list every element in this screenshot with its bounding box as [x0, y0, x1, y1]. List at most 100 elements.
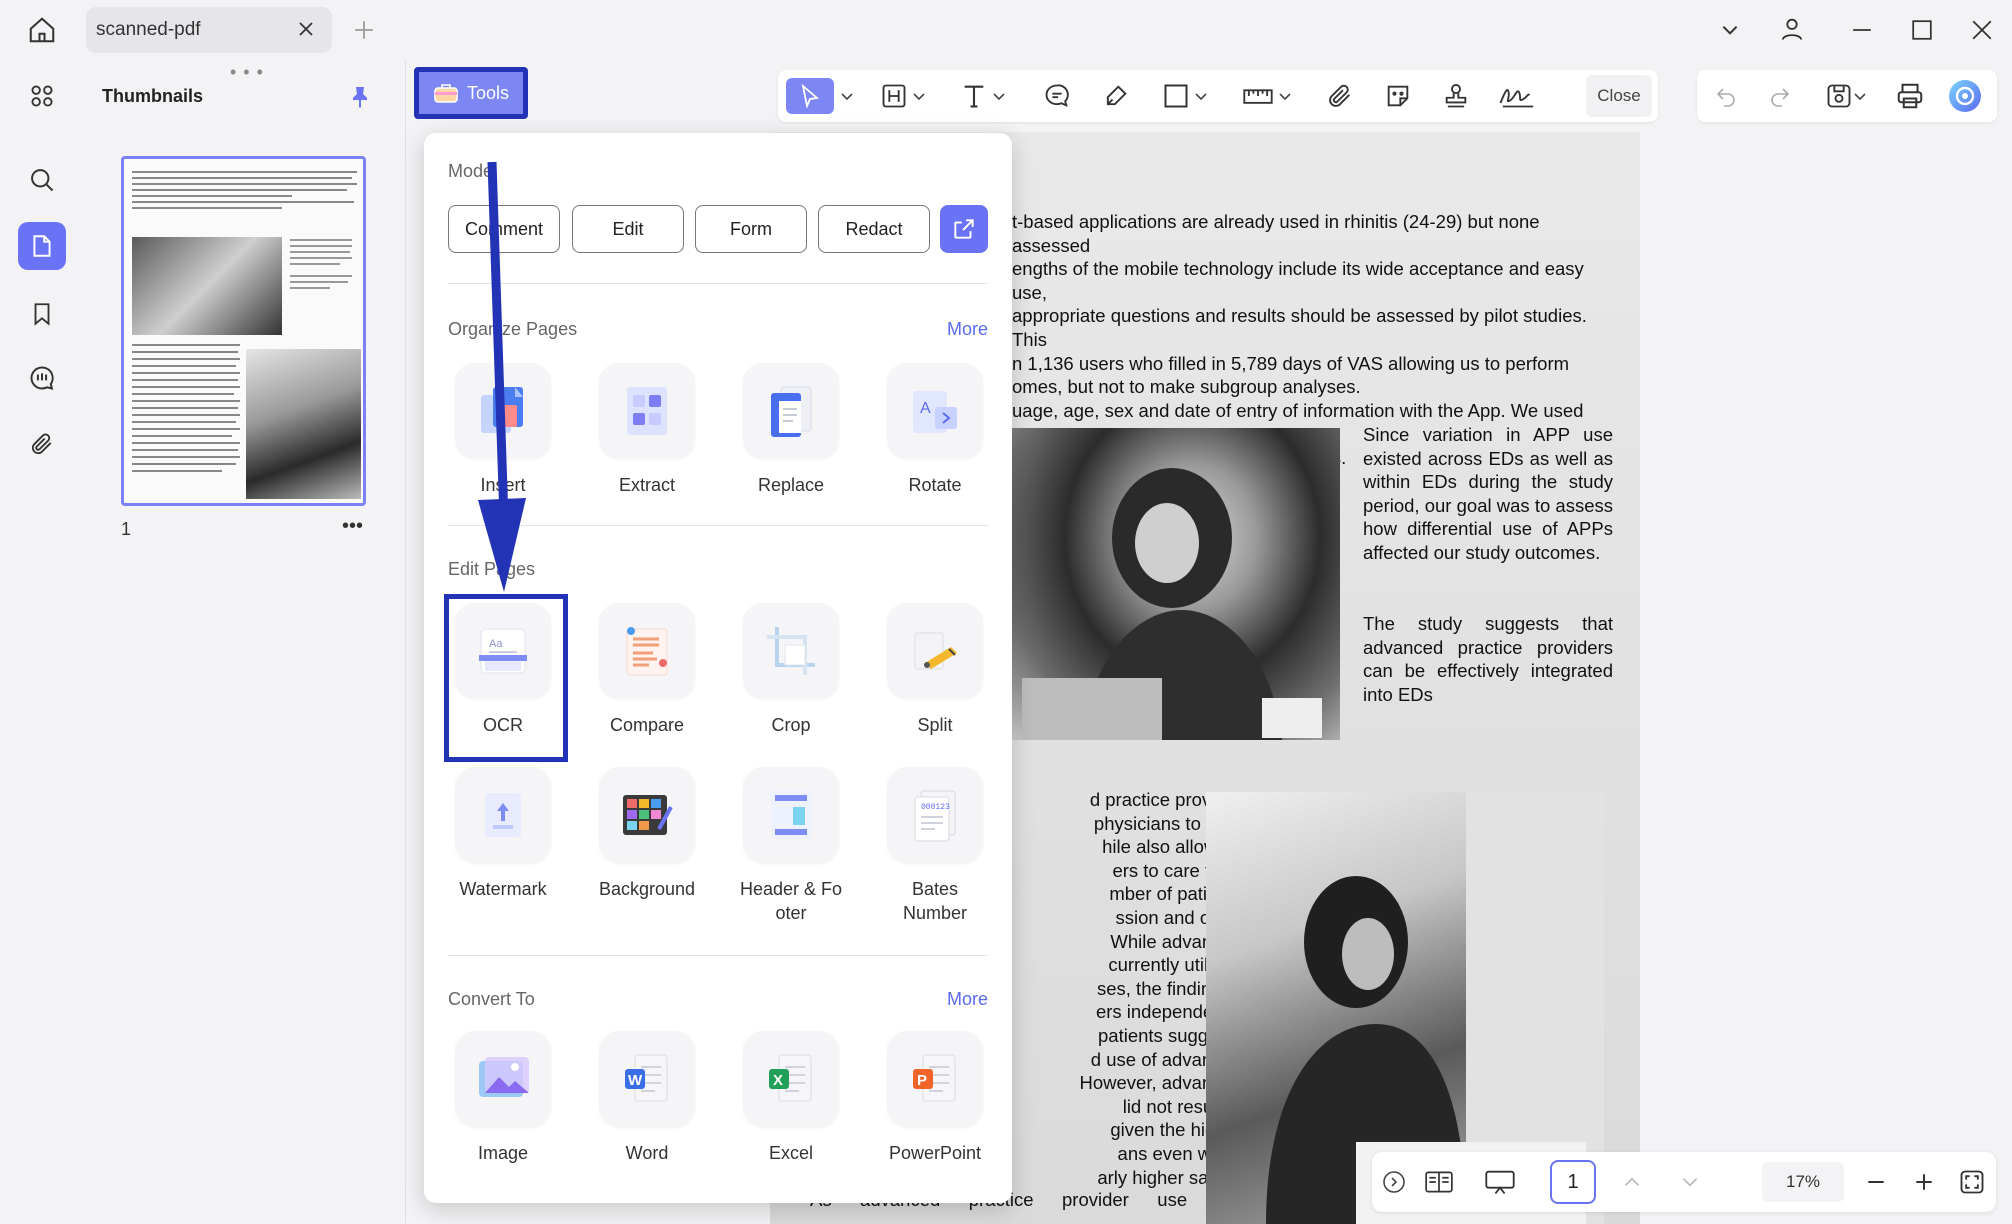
svg-text:000123: 000123: [921, 803, 950, 812]
toolbox-icon: [433, 81, 459, 105]
search-icon[interactable]: [18, 156, 66, 204]
panel-resize-grip[interactable]: • • •: [230, 62, 264, 83]
bates-number-icon: 000123: [887, 767, 983, 863]
edit-mode-button[interactable]: Edit: [572, 205, 684, 253]
select-tool-button[interactable]: [786, 78, 834, 114]
convert-more-link[interactable]: More: [947, 989, 988, 1010]
powerpoint-label: PowerPoint: [888, 1143, 982, 1163]
convert-image-tool[interactable]: Image: [448, 1031, 558, 1165]
attachment-icon[interactable]: [18, 420, 66, 468]
fit-page-icon[interactable]: [1956, 1166, 1988, 1198]
tab-title: scanned-pdf: [96, 19, 201, 40]
crop-label: Crop: [771, 715, 811, 735]
pen-tool-icon[interactable]: [1102, 78, 1130, 114]
expand-panel-icon[interactable]: [1380, 1168, 1408, 1196]
excel-label: Excel: [768, 1143, 813, 1163]
split-tool[interactable]: Split: [880, 603, 990, 737]
pin-icon[interactable]: [346, 82, 374, 112]
text-tool-icon[interactable]: [960, 78, 1006, 114]
close-tab-icon[interactable]: [296, 19, 316, 39]
thumbnails-icon[interactable]: [18, 222, 66, 270]
thumbnails-title: Thumbnails: [102, 86, 204, 106]
previous-page-icon[interactable]: [1618, 1168, 1646, 1196]
sticker-tool-icon[interactable]: [1384, 78, 1412, 114]
next-page-icon[interactable]: [1676, 1168, 1704, 1196]
undo-icon[interactable]: [1711, 82, 1741, 112]
svg-text:W: W: [628, 1072, 643, 1089]
doc-line: appropriate questions and results should…: [1012, 305, 1587, 350]
page-number-input[interactable]: 1: [1550, 1160, 1596, 1204]
tools-button[interactable]: Tools: [414, 67, 528, 119]
zoom-level[interactable]: 17%: [1762, 1162, 1844, 1202]
annotation-toolbar: Close: [778, 70, 1658, 122]
maximize-icon[interactable]: [1908, 16, 1936, 44]
apps-grid-icon[interactable]: [18, 72, 66, 120]
zoom-in-icon[interactable]: [1910, 1168, 1938, 1196]
extract-tool[interactable]: Extract: [592, 363, 702, 497]
header-footer-label: Header & Fo oter: [739, 879, 843, 923]
chevron-down-icon[interactable]: [1716, 16, 1744, 44]
header-footer-tool[interactable]: Header & Fo oter: [736, 767, 846, 925]
organize-more-link[interactable]: More: [947, 319, 988, 340]
new-tab-icon[interactable]: [350, 16, 378, 44]
save-icon[interactable]: [1821, 81, 1871, 111]
comments-icon[interactable]: [18, 354, 66, 402]
select-dropdown[interactable]: [836, 78, 854, 114]
background-tool[interactable]: Background: [592, 767, 702, 901]
account-icon[interactable]: [1776, 12, 1808, 46]
page-thumbnail[interactable]: [121, 156, 366, 506]
powerpoint-icon: P: [887, 1031, 983, 1127]
redo-icon[interactable]: [1765, 82, 1795, 112]
rotate-tool[interactable]: A Rotate: [880, 363, 990, 497]
right-paragraph-1: Since variation in APP use existed acros…: [1363, 424, 1613, 563]
document-tab[interactable]: scanned-pdf: [86, 7, 332, 53]
measure-tool-icon[interactable]: [1242, 78, 1292, 114]
watermark-label: Watermark: [459, 879, 547, 899]
stamp-tool-icon[interactable]: [1442, 78, 1470, 114]
replace-tool[interactable]: Replace: [736, 363, 846, 497]
comment-tool-icon[interactable]: [1042, 78, 1072, 114]
thumbnail-more-icon[interactable]: •••: [342, 515, 363, 538]
convert-powerpoint-tool[interactable]: P PowerPoint: [880, 1031, 990, 1165]
divider: [448, 955, 988, 956]
home-icon[interactable]: [24, 12, 60, 48]
compare-tool[interactable]: Compare: [592, 603, 702, 737]
watermark-tool[interactable]: Watermark: [448, 767, 558, 901]
highlight-tool-icon[interactable]: [880, 78, 926, 114]
print-icon[interactable]: [1893, 80, 1927, 112]
page-navigation-bar: 1 17%: [1372, 1152, 1996, 1212]
bookmark-icon[interactable]: [18, 290, 66, 338]
word-label: Word: [625, 1143, 669, 1163]
convert-word-tool[interactable]: W Word: [592, 1031, 702, 1165]
thumbnail-page-number: 1: [121, 519, 132, 539]
page-layout-icon[interactable]: [1422, 1166, 1456, 1198]
bates-number-tool[interactable]: 000123 Bates Number: [880, 767, 990, 925]
shape-tool-icon[interactable]: [1162, 78, 1208, 114]
ai-assistant-icon[interactable]: [1947, 78, 1983, 114]
rotate-label: Rotate: [908, 475, 962, 495]
rotate-icon: A: [887, 363, 983, 459]
signature-tool-icon[interactable]: [1498, 78, 1538, 114]
compare-icon: [599, 603, 695, 699]
watermark-icon: [455, 767, 551, 863]
compare-label: Compare: [609, 715, 685, 735]
form-mode-button[interactable]: Form: [695, 205, 807, 253]
zoom-out-icon[interactable]: [1862, 1168, 1890, 1196]
title-bar: scanned-pdf: [0, 0, 2012, 60]
open-external-icon[interactable]: [940, 205, 988, 253]
thumbnails-panel: • • • Thumbnails 1 •••: [80, 60, 406, 1224]
close-window-icon[interactable]: [1968, 16, 1996, 44]
convert-excel-tool[interactable]: X Excel: [736, 1031, 846, 1165]
crop-tool[interactable]: Crop: [736, 603, 846, 737]
attach-tool-icon[interactable]: [1326, 78, 1354, 114]
presentation-icon[interactable]: [1482, 1166, 1518, 1198]
doc-line: n 1,136 users who filled in 5,789 days o…: [1012, 352, 1570, 374]
doc-line: t-based applications are already used in…: [1012, 211, 1540, 256]
right-paragraph-2: The study suggests that advanced practic…: [1363, 613, 1613, 705]
svg-text:X: X: [773, 1072, 783, 1089]
minimize-icon[interactable]: [1848, 16, 1876, 44]
ocr-highlight-box: [444, 594, 568, 762]
close-tools-button[interactable]: Close: [1586, 75, 1652, 117]
image-label: Image: [477, 1143, 529, 1163]
redact-mode-button[interactable]: Redact: [818, 205, 930, 253]
